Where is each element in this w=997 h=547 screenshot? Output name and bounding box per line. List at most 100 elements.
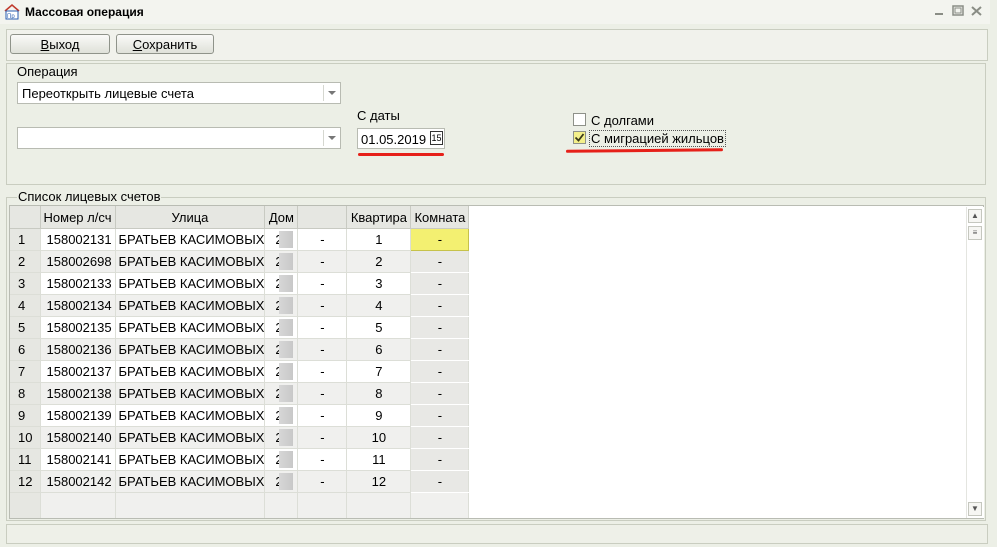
- house-cell[interactable]: 2: [264, 470, 299, 493]
- street-cell[interactable]: БРАТЬЕВ КАСИМОВЫХ: [115, 448, 266, 471]
- account-number-cell[interactable]: 158002139: [40, 404, 116, 427]
- table-row[interactable]: 12158002142БРАТЬЕВ КАСИМОВЫХ2-12-: [10, 470, 470, 493]
- room-cell[interactable]: -: [410, 360, 470, 383]
- street-cell[interactable]: БРАТЬЕВ КАСИМОВЫХ: [115, 338, 266, 361]
- column-header-flat[interactable]: Квартира: [346, 206, 412, 229]
- column-header-account[interactable]: Номер л/сч: [40, 206, 116, 229]
- close-icon[interactable]: [970, 5, 983, 17]
- street-cell[interactable]: БРАТЬЕВ КАСИМОВЫХ: [115, 426, 266, 449]
- scroll-thumb[interactable]: ≡: [968, 226, 982, 240]
- account-number-cell[interactable]: 158002137: [40, 360, 116, 383]
- debts-checkbox[interactable]: [573, 113, 586, 126]
- flat-cell[interactable]: 7: [346, 360, 412, 383]
- table-row[interactable]: 7158002137БРАТЬЕВ КАСИМОВЫХ2-7-: [10, 360, 470, 383]
- scroll-up-icon[interactable]: ▲: [968, 209, 982, 223]
- row-number[interactable]: 4: [10, 294, 41, 317]
- column-header-corp[interactable]: [297, 206, 348, 229]
- account-number-cell[interactable]: 158002698: [40, 250, 116, 273]
- migration-checkbox[interactable]: [573, 131, 586, 144]
- secondary-select[interactable]: [17, 127, 341, 149]
- minimize-icon[interactable]: [933, 5, 946, 17]
- corp-cell[interactable]: -: [297, 228, 348, 251]
- flat-cell[interactable]: 9: [346, 404, 412, 427]
- room-cell[interactable]: -: [410, 382, 470, 405]
- account-number-cell[interactable]: 158002141: [40, 448, 116, 471]
- room-cell[interactable]: -: [410, 272, 470, 295]
- corp-cell[interactable]: -: [297, 426, 348, 449]
- table-row[interactable]: 10158002140БРАТЬЕВ КАСИМОВЫХ2-10-: [10, 426, 470, 449]
- corp-cell[interactable]: -: [297, 448, 348, 471]
- corp-cell[interactable]: -: [297, 360, 348, 383]
- row-number[interactable]: 5: [10, 316, 41, 339]
- room-cell[interactable]: -: [410, 250, 470, 273]
- room-cell[interactable]: -: [410, 228, 470, 251]
- row-number[interactable]: 8: [10, 382, 41, 405]
- street-cell[interactable]: БРАТЬЕВ КАСИМОВЫХ: [115, 250, 266, 273]
- street-cell[interactable]: БРАТЬЕВ КАСИМОВЫХ: [115, 404, 266, 427]
- table-row[interactable]: 2158002698БРАТЬЕВ КАСИМОВЫХ2-2-: [10, 250, 470, 273]
- row-number[interactable]: 7: [10, 360, 41, 383]
- corp-cell[interactable]: -: [297, 272, 348, 295]
- street-cell[interactable]: БРАТЬЕВ КАСИМОВЫХ: [115, 228, 266, 251]
- date-input[interactable]: 01.05.2019 15: [357, 128, 445, 149]
- street-cell[interactable]: БРАТЬЕВ КАСИМОВЫХ: [115, 382, 266, 405]
- corp-cell[interactable]: -: [297, 470, 348, 493]
- exit-button[interactable]: Выход: [10, 34, 110, 54]
- account-number-cell[interactable]: 158002131: [40, 228, 116, 251]
- operation-select[interactable]: Переоткрыть лицевые счета: [17, 82, 341, 104]
- corp-cell[interactable]: -: [297, 382, 348, 405]
- account-number-cell[interactable]: 158002138: [40, 382, 116, 405]
- house-cell[interactable]: 2: [264, 448, 299, 471]
- room-cell[interactable]: -: [410, 294, 470, 317]
- corp-cell[interactable]: -: [297, 338, 348, 361]
- street-cell[interactable]: БРАТЬЕВ КАСИМОВЫХ: [115, 470, 266, 493]
- house-cell[interactable]: 2: [264, 360, 299, 383]
- table-row[interactable]: 8158002138БРАТЬЕВ КАСИМОВЫХ2-8-: [10, 382, 470, 405]
- room-cell[interactable]: -: [410, 470, 470, 493]
- account-number-cell[interactable]: 158002140: [40, 426, 116, 449]
- save-button[interactable]: Сохранить: [116, 34, 214, 54]
- room-cell[interactable]: -: [410, 426, 470, 449]
- table-row[interactable]: 1158002131БРАТЬЕВ КАСИМОВЫХ2-1-: [10, 228, 470, 251]
- table-row[interactable]: 4158002134БРАТЬЕВ КАСИМОВЫХ2-4-: [10, 294, 470, 317]
- row-number[interactable]: 9: [10, 404, 41, 427]
- account-number-cell[interactable]: 158002133: [40, 272, 116, 295]
- room-cell[interactable]: -: [410, 338, 470, 361]
- row-number[interactable]: 12: [10, 470, 41, 493]
- account-number-cell[interactable]: 158002135: [40, 316, 116, 339]
- house-cell[interactable]: 2: [264, 294, 299, 317]
- restore-icon[interactable]: [952, 5, 965, 17]
- account-number-cell[interactable]: 158002136: [40, 338, 116, 361]
- room-cell[interactable]: -: [410, 316, 470, 339]
- house-cell[interactable]: 2: [264, 250, 299, 273]
- row-number[interactable]: 2: [10, 250, 41, 273]
- flat-cell[interactable]: 2: [346, 250, 412, 273]
- flat-cell[interactable]: 1: [346, 228, 412, 251]
- table-row[interactable]: 6158002136БРАТЬЕВ КАСИМОВЫХ2-6-: [10, 338, 470, 361]
- table-row[interactable]: 5158002135БРАТЬЕВ КАСИМОВЫХ2-5-: [10, 316, 470, 339]
- street-cell[interactable]: БРАТЬЕВ КАСИМОВЫХ: [115, 272, 266, 295]
- house-cell[interactable]: 2: [264, 316, 299, 339]
- room-cell[interactable]: -: [410, 404, 470, 427]
- row-number[interactable]: 3: [10, 272, 41, 295]
- column-header-house[interactable]: Дом: [264, 206, 299, 229]
- column-header-street[interactable]: Улица: [115, 206, 266, 229]
- street-cell[interactable]: БРАТЬЕВ КАСИМОВЫХ: [115, 316, 266, 339]
- flat-cell[interactable]: 11: [346, 448, 412, 471]
- flat-cell[interactable]: 10: [346, 426, 412, 449]
- flat-cell[interactable]: 8: [346, 382, 412, 405]
- table-row[interactable]: 9158002139БРАТЬЕВ КАСИМОВЫХ2-9-: [10, 404, 470, 427]
- table-row[interactable]: 3158002133БРАТЬЕВ КАСИМОВЫХ2-3-: [10, 272, 470, 295]
- corp-cell[interactable]: -: [297, 294, 348, 317]
- house-cell[interactable]: 2: [264, 426, 299, 449]
- flat-cell[interactable]: 3: [346, 272, 412, 295]
- row-number[interactable]: 1: [10, 228, 41, 251]
- account-number-cell[interactable]: 158002134: [40, 294, 116, 317]
- corp-cell[interactable]: -: [297, 404, 348, 427]
- house-cell[interactable]: 2: [264, 382, 299, 405]
- flat-cell[interactable]: 4: [346, 294, 412, 317]
- corp-cell[interactable]: -: [297, 316, 348, 339]
- row-number[interactable]: 10: [10, 426, 41, 449]
- column-header-room[interactable]: Комната: [410, 206, 470, 229]
- table-row[interactable]: 11158002141БРАТЬЕВ КАСИМОВЫХ2-11-: [10, 448, 470, 471]
